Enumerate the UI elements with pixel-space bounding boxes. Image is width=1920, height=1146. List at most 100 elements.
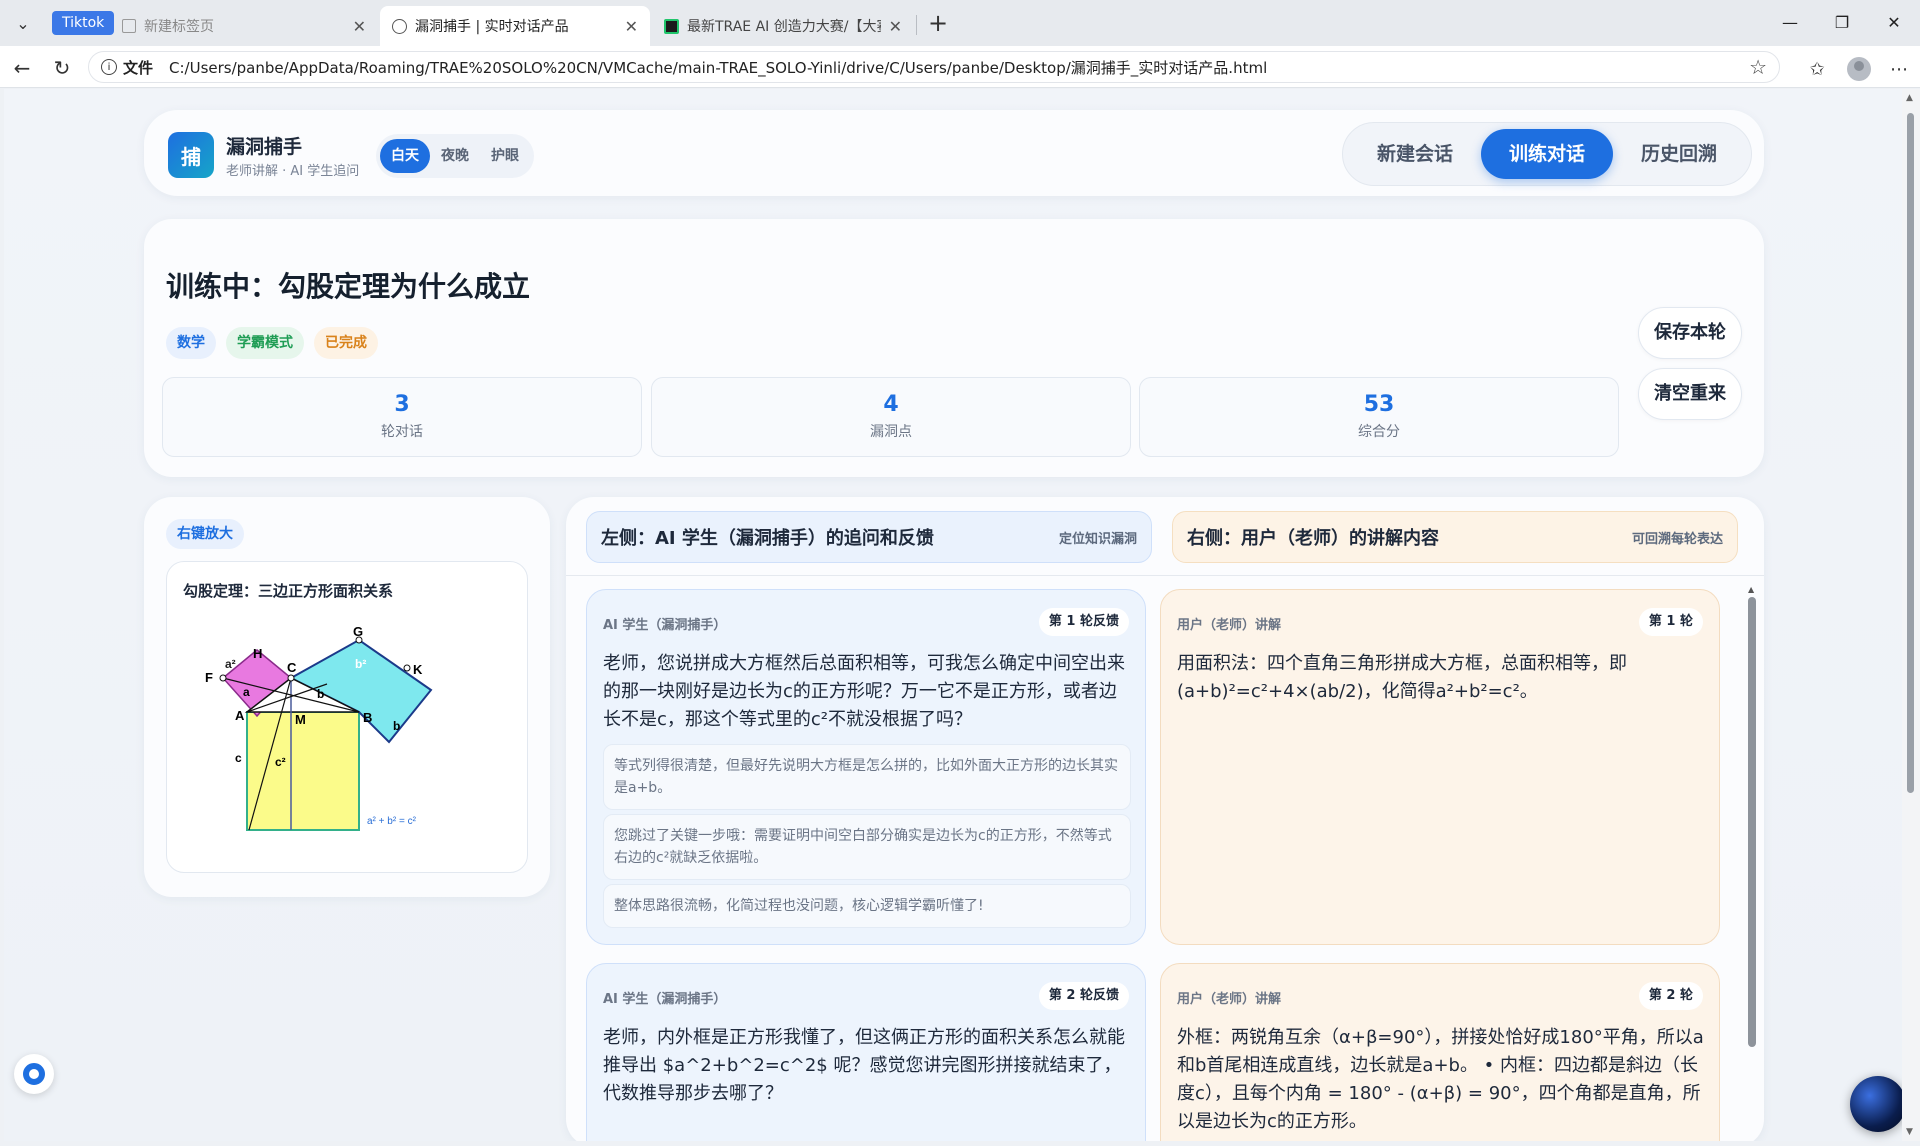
label-c: C (287, 660, 297, 675)
close-icon[interactable]: ✕ (353, 17, 366, 36)
label-c-squared: c² (275, 755, 286, 769)
label-b-outer: b (393, 719, 400, 733)
message-role: AI 学生（漏洞捕手） (603, 992, 727, 1007)
round-badge: 第 1 轮 (1638, 608, 1703, 636)
feedback-item: 您跳过了关键一步哦：需要证明中间空白部分确实是边长为c的正方形，不然等式右边的c… (603, 814, 1131, 880)
close-icon[interactable]: ✕ (625, 17, 638, 36)
diagram-panel: 右键放大 勾股定理：三边正方形面积关系 H C G F A M B K a² b… (144, 497, 550, 897)
label-a-point: A (235, 708, 245, 723)
diagram-svg: H C G F A M B K a² b² c² a b b c a² + b²… (205, 624, 433, 831)
user-message-round-2: 用户（老师）讲解 第 2 轮 外框：两锐角互余（α+β=90°），拼接处恰好成1… (1160, 963, 1720, 1141)
info-icon[interactable]: i (101, 59, 117, 75)
label-g: G (353, 624, 363, 639)
label-side-b: b (317, 687, 324, 701)
nav-training[interactable]: 训练对话 (1480, 129, 1613, 179)
star-icon[interactable]: ☆ (1749, 55, 1767, 79)
tab-title: 新建标签页 (144, 19, 214, 35)
theme-switcher: 白天 夜晚 护眼 (376, 134, 534, 178)
tab-title: 最新TRAE AI 创造力大赛/【大赛初 (687, 19, 881, 35)
theme-eyecare-button[interactable]: 护眼 (480, 139, 530, 173)
conversation-scrollbar[interactable]: ▲ (1748, 585, 1756, 1055)
ai-column-hint: 定位知识漏洞 (1058, 531, 1137, 547)
user-column-hint: 可回溯每轮表达 (1631, 531, 1723, 547)
scroll-thumb[interactable] (1748, 597, 1756, 1047)
tab-new-tab-page[interactable]: 新建标签页 ✕ (110, 6, 378, 46)
ai-question-text: 老师，内外框是正方形我懂了，但这俩正方形的面积关系怎么就能推导出 $a^2+b^… (603, 1027, 1125, 1104)
new-tab-button[interactable]: + (928, 10, 948, 36)
ai-question-text: 老师，您说拼成大方框然后总面积相等，可我怎么确定中间空出来的那一块刚好是边长为c… (603, 653, 1125, 730)
theme-night-button[interactable]: 夜晚 (430, 139, 480, 173)
point-k (403, 664, 411, 672)
status-badge: 已完成 (314, 327, 378, 359)
restore-button[interactable]: ❐ (1822, 8, 1862, 36)
label-side-a: a (243, 685, 250, 699)
window-close-button[interactable]: ✕ (1874, 8, 1914, 36)
message-role: 用户（老师）讲解 (1177, 992, 1282, 1007)
nav-history[interactable]: 历史回溯 (1613, 129, 1745, 179)
round-badge: 第 2 轮反馈 (1038, 982, 1129, 1010)
page-title: 训练中：勾股定理为什么成立 (166, 270, 531, 303)
chevron-down-icon: ⌄ (16, 13, 30, 33)
ai-message-round-1: AI 学生（漏洞捕手） 第 1 轮反馈 老师，您说拼成大方框然后总面积相等，可我… (586, 589, 1146, 945)
address-bar: ← ↻ i 文件 C:/Users/panbe/AppData/Roaming/… (0, 46, 1920, 88)
stat-value: 53 (1363, 392, 1395, 417)
user-explanation-text: 用面积法：四个直角三角形拼成大方框，总面积相等，即(a+b)²=c²+4×(ab… (1177, 653, 1627, 702)
scroll-down-icon[interactable]: ▼ (1906, 1127, 1913, 1137)
floating-orb-button[interactable] (1850, 1076, 1906, 1132)
tab-trae-contest[interactable]: 最新TRAE AI 创造力大赛/【大赛初 ✕ (652, 6, 914, 46)
brand-subtitle: 老师讲解 · AI 学生追问 (226, 164, 360, 179)
profile-avatar[interactable] (1846, 56, 1872, 82)
zoom-hint-badge[interactable]: 右键放大 (166, 519, 244, 549)
minimize-button[interactable]: — (1770, 8, 1810, 36)
mode-badge: 学霸模式 (226, 327, 304, 359)
more-menu-icon[interactable]: ⋯ (1886, 56, 1912, 82)
user-explanation-text: 外框：两锐角互余（α+β=90°），拼接处恰好成180°平角，所以a和b首尾相连… (1177, 1027, 1704, 1132)
page-icon (122, 19, 136, 33)
pinned-tab-tiktok[interactable]: Tiktok (52, 11, 115, 35)
scroll-up-icon[interactable]: ▲ (1748, 585, 1754, 594)
stat-value: 3 (394, 392, 410, 417)
save-round-button[interactable]: 保存本轮 (1638, 307, 1742, 359)
globe-icon (392, 18, 407, 34)
tab-separator (916, 15, 917, 35)
reset-button[interactable]: 清空重来 (1638, 368, 1742, 420)
label-k: K (413, 662, 423, 677)
ring-icon (23, 1063, 45, 1085)
label-f: F (205, 670, 213, 685)
ai-column-title: 左侧：AI 学生（漏洞捕手）的追问和反馈 (601, 528, 934, 549)
page-scrollbar[interactable]: ▲ ▼ (1902, 89, 1920, 1141)
url-field[interactable]: i 文件 C:/Users/panbe/AppData/Roaming/TRAE… (88, 51, 1780, 83)
feedback-item: 等式列得很清楚，但最好先说明大方框是怎么拼的，比如外面大正方形的边长其实是a+b… (603, 744, 1131, 810)
tab-active-page[interactable]: 漏洞捕手 | 实时对话产品 ✕ (380, 6, 650, 46)
main-nav: 新建会话 训练对话 历史回溯 (1341, 122, 1752, 186)
brand-name: 漏洞捕手 (226, 136, 303, 158)
subject-badge: 数学 (166, 327, 216, 359)
stat-label: 轮对话 (381, 424, 423, 440)
favorites-icon[interactable]: ✩ (1804, 56, 1830, 82)
message-role: 用户（老师）讲解 (1177, 618, 1282, 633)
stat-gaps: 4 漏洞点 (651, 377, 1131, 457)
ai-message-round-2: AI 学生（漏洞捕手） 第 2 轮反馈 老师，内外框是正方形我懂了，但这俩正方形… (586, 963, 1146, 1141)
stat-value: 4 (883, 392, 899, 417)
nav-new-session[interactable]: 新建会话 (1349, 129, 1481, 179)
round-badge: 第 1 轮反馈 (1038, 608, 1129, 636)
close-icon[interactable]: ✕ (889, 17, 902, 36)
scroll-thumb[interactable] (1907, 113, 1914, 793)
theme-day-button[interactable]: 白天 (380, 139, 430, 173)
point-f (219, 674, 227, 682)
ai-column-header: 左侧：AI 学生（漏洞捕手）的追问和反馈 定位知识漏洞 (586, 511, 1152, 563)
scroll-up-icon[interactable]: ▲ (1906, 93, 1913, 103)
pythagoras-diagram[interactable]: 勾股定理：三边正方形面积关系 H C G F A M B K a² b² c² … (166, 561, 528, 873)
reload-icon[interactable]: ↻ (48, 54, 76, 82)
label-b-squared: b² (355, 657, 366, 671)
url-text[interactable]: C:/Users/panbe/AppData/Roaming/TRAE%20SO… (169, 57, 1749, 78)
training-panel: 训练中：勾股定理为什么成立 数学 学霸模式 已完成 3 轮对话 4 漏洞点 53… (144, 219, 1764, 477)
tab-list-menu-button[interactable]: ⌄ (10, 10, 36, 36)
floating-assistant-button[interactable] (14, 1054, 54, 1094)
label-b-point: B (363, 710, 372, 725)
page-viewport: 捕 漏洞捕手 老师讲解 · AI 学生追问 白天 夜晚 护眼 新建会话 训练对话… (4, 89, 1902, 1141)
back-arrow-icon[interactable]: ← (8, 54, 36, 82)
tab-title: 漏洞捕手 | 实时对话产品 (415, 19, 569, 35)
app-logo: 捕 (168, 132, 214, 178)
avatar-icon (1847, 57, 1871, 81)
